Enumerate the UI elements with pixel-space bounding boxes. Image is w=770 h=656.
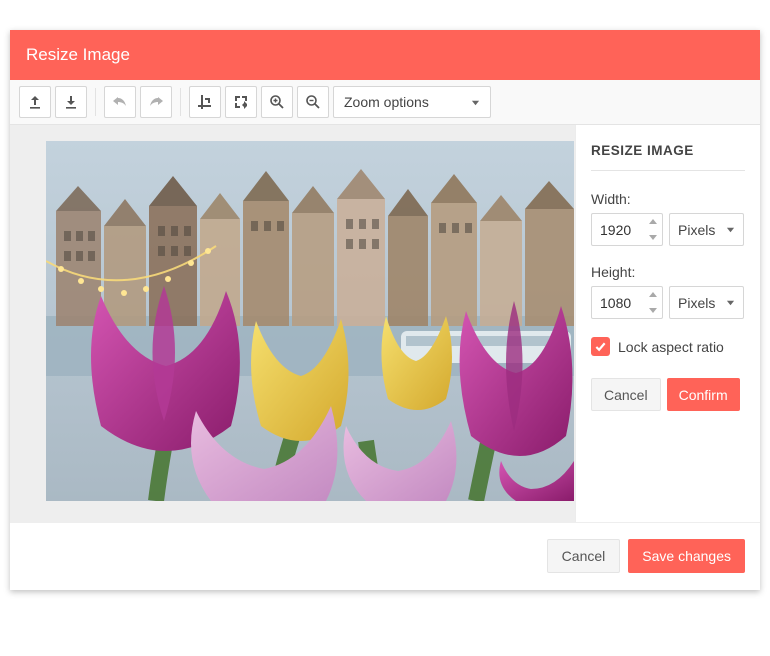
chevron-down-icon — [649, 234, 657, 240]
resize-icon — [233, 94, 249, 110]
zoom-options-dropdown[interactable]: Zoom options — [333, 86, 491, 118]
undo-button[interactable] — [104, 86, 136, 118]
resize-panel: RESIZE IMAGE Width: Pixels Height: — [575, 125, 760, 522]
height-step-up[interactable] — [644, 287, 662, 303]
width-unit-label: Pixels — [678, 222, 715, 238]
dropdown-triangle-icon — [726, 225, 735, 234]
preview-image — [46, 141, 574, 501]
zoom-options-label: Zoom options — [344, 94, 429, 110]
width-step-up[interactable] — [644, 214, 662, 230]
chevron-down-icon — [649, 307, 657, 313]
redo-icon — [148, 94, 164, 110]
panel-cancel-button[interactable]: Cancel — [591, 378, 661, 411]
dropdown-triangle-icon — [471, 98, 480, 107]
footer-cancel-button[interactable]: Cancel — [547, 539, 621, 573]
dialog-footer: Cancel Save changes — [10, 522, 760, 590]
dropdown-triangle-icon — [726, 298, 735, 307]
height-unit-dropdown[interactable]: Pixels — [669, 286, 744, 319]
lock-aspect-checkbox[interactable] — [591, 337, 610, 356]
resize-button[interactable] — [225, 86, 257, 118]
chevron-up-icon — [649, 292, 657, 298]
toolbar: Zoom options — [10, 80, 760, 125]
height-unit-label: Pixels — [678, 295, 715, 311]
image-canvas[interactable] — [10, 125, 575, 522]
zoom-in-icon — [269, 94, 285, 110]
download-icon — [63, 94, 79, 110]
width-step-down[interactable] — [644, 230, 662, 246]
dialog-title: Resize Image — [26, 45, 130, 64]
crop-button[interactable] — [189, 86, 221, 118]
height-step-down[interactable] — [644, 303, 662, 319]
toolbar-divider — [95, 88, 96, 116]
chevron-up-icon — [649, 219, 657, 225]
upload-button[interactable] — [19, 86, 51, 118]
undo-icon — [112, 94, 128, 110]
lock-aspect-label: Lock aspect ratio — [618, 339, 724, 355]
check-icon — [594, 340, 607, 353]
dialog-header: Resize Image — [10, 30, 760, 80]
height-label: Height: — [591, 264, 745, 280]
zoom-in-button[interactable] — [261, 86, 293, 118]
crop-icon — [197, 94, 213, 110]
width-label: Width: — [591, 191, 745, 207]
panel-confirm-button[interactable]: Confirm — [667, 378, 740, 411]
upload-icon — [27, 94, 43, 110]
zoom-out-icon — [305, 94, 321, 110]
zoom-out-button[interactable] — [297, 86, 329, 118]
width-unit-dropdown[interactable]: Pixels — [669, 213, 744, 246]
resize-image-dialog: Resize Image Zoom options — [10, 30, 760, 590]
toolbar-divider — [180, 88, 181, 116]
panel-heading: RESIZE IMAGE — [591, 143, 745, 171]
footer-save-button[interactable]: Save changes — [628, 539, 745, 573]
content-area: RESIZE IMAGE Width: Pixels Height: — [10, 125, 760, 522]
download-button[interactable] — [55, 86, 87, 118]
redo-button[interactable] — [140, 86, 172, 118]
